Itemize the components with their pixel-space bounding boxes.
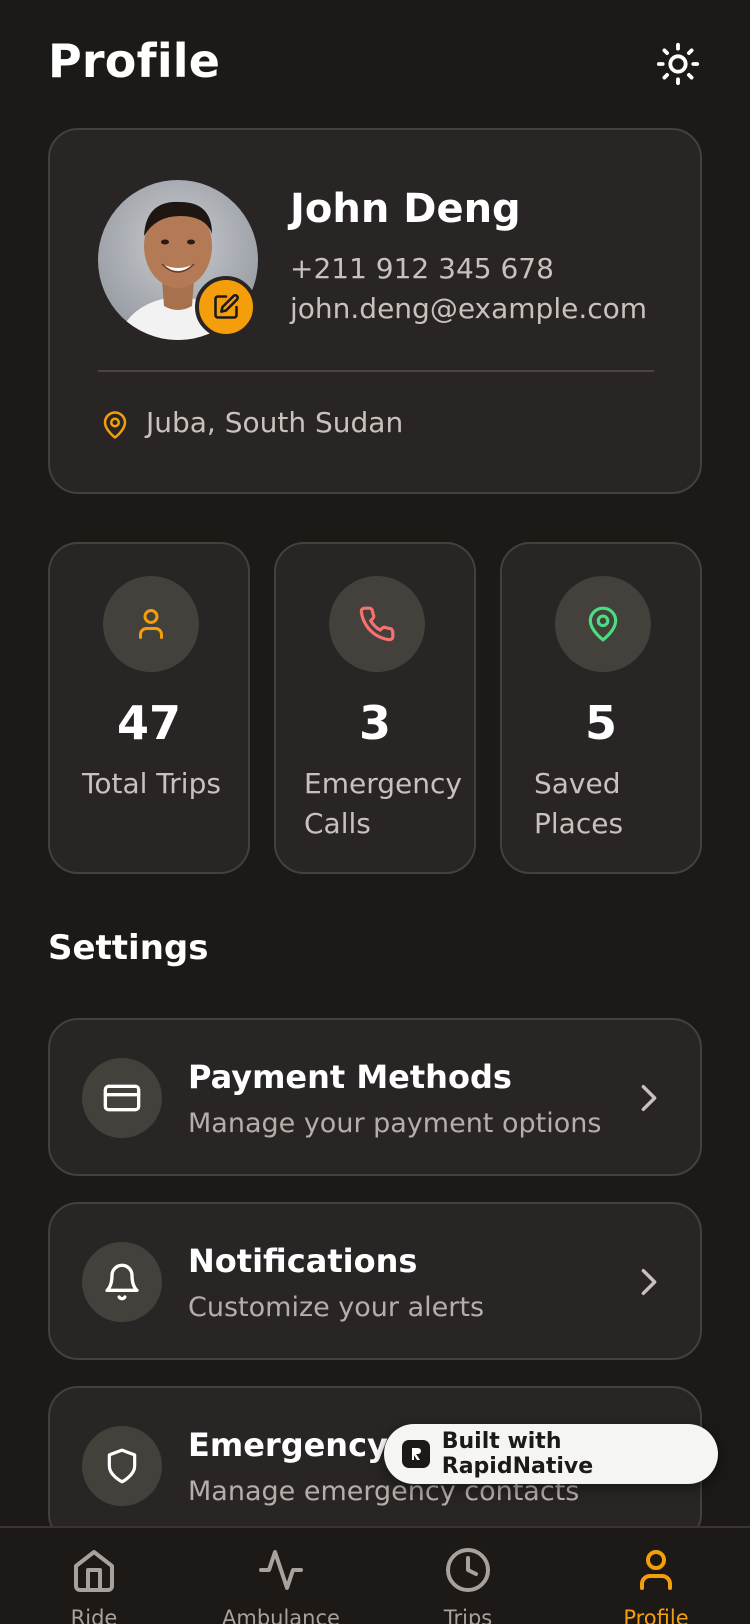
sun-icon (656, 42, 700, 86)
nav-item-ambulance[interactable]: Ambulance (221, 1542, 341, 1624)
bell-icon (105, 1263, 139, 1301)
setting-notifications[interactable]: Notifications Customize your alerts (48, 1202, 702, 1360)
built-with-text: Built with RapidNative (441, 1429, 594, 1479)
clock-icon (446, 1548, 490, 1592)
theme-toggle-button[interactable] (654, 40, 702, 88)
built-with-badge[interactable]: Built with RapidNative (384, 1424, 718, 1484)
user-email: john.deng@example.com (290, 292, 648, 325)
nav-label: Ride (70, 1606, 118, 1624)
credit-card-icon (103, 1084, 141, 1112)
phone-icon (359, 606, 395, 642)
user-phone: +211 912 345 678 (290, 252, 554, 285)
page-title: Profile (48, 34, 221, 88)
stat-value: 3 (358, 696, 391, 750)
user-icon (139, 609, 163, 639)
setting-icon-circle (82, 1426, 162, 1506)
nav-label: Profile (623, 1606, 689, 1624)
user-name: John Deng (290, 186, 521, 232)
nav-item-trips[interactable]: Trips (408, 1542, 528, 1624)
stat-card-saved-places[interactable]: 5 Saved Places (500, 542, 702, 874)
setting-icon-circle (82, 1242, 162, 1322)
stat-label: Emergency Calls (304, 767, 462, 840)
profile-card: John Deng +211 912 345 678 john.deng@exa… (48, 128, 702, 494)
edit-icon (214, 294, 239, 319)
setting-icon-circle (82, 1058, 162, 1138)
divider (98, 370, 654, 372)
nav-label: Ambulance (222, 1606, 340, 1624)
stat-icon-circle (555, 576, 651, 672)
stat-icon-circle (103, 576, 199, 672)
chevron-right-icon (634, 1080, 664, 1116)
edit-avatar-button[interactable] (195, 276, 257, 338)
nav-item-ride[interactable]: Ride (34, 1542, 154, 1624)
activity-icon (259, 1550, 303, 1590)
stat-card-emergency-calls[interactable]: 3 Emergency Calls (274, 542, 476, 874)
profile-screen: Profile John Deng +211 912 345 678 john.… (0, 0, 750, 1624)
nav-item-profile[interactable]: Profile (596, 1542, 716, 1624)
user-location: Juba, South Sudan (146, 406, 404, 439)
setting-subtitle: Manage your payment options (188, 1108, 602, 1139)
bottom-nav: Ride Ambulance Trips Profile (0, 1526, 750, 1624)
home-icon (74, 1550, 114, 1592)
map-pin-icon (103, 411, 127, 439)
shield-icon (107, 1448, 137, 1484)
user-icon (640, 1550, 672, 1590)
map-pin-icon (588, 606, 618, 642)
setting-subtitle: Customize your alerts (188, 1292, 485, 1323)
nav-label: Trips (443, 1606, 493, 1624)
setting-payment-methods[interactable]: Payment Methods Manage your payment opti… (48, 1018, 702, 1176)
stat-icon-circle (329, 576, 425, 672)
stat-value: 5 (584, 696, 617, 750)
stat-value: 47 (116, 696, 181, 750)
stat-label: Saved Places (534, 767, 624, 840)
chevron-right-icon (634, 1264, 664, 1300)
stat-label: Total Trips (82, 767, 221, 800)
setting-title: Notifications (188, 1242, 418, 1280)
stat-card-trips[interactable]: 47 Total Trips (48, 542, 250, 874)
rapidnative-logo-icon (402, 1440, 430, 1468)
setting-title: Payment Methods (188, 1058, 512, 1096)
settings-heading: Settings (48, 928, 209, 968)
